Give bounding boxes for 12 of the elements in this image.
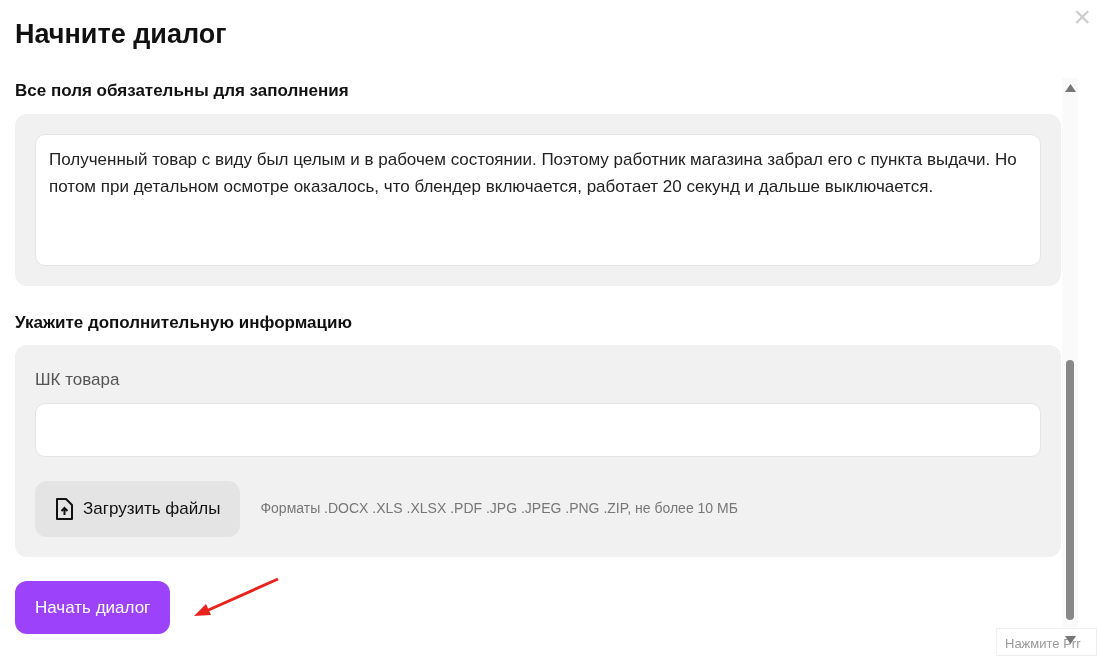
dialog-title: Начните диалог bbox=[15, 18, 228, 51]
description-field[interactable]: Полученный товар с виду был целым и в рабочем состоянии. Поэтому работник магазина забрал его с пункта выдачи. Но потом при детальном осмотре оказалось, что блендер включается, работает 20 секунд и дальше выключается. bbox=[35, 133, 1041, 266]
barcode-field[interactable] bbox=[35, 402, 1041, 457]
section-label: Укажите дополнительную информацию bbox=[15, 311, 353, 334]
scroll-up-icon[interactable] bbox=[1065, 84, 1076, 92]
formats-hint: Форматы .DOCX .XLS .XLSX .PDF .JPG .JPEG .PNG .ZIP, не более 10 МБ bbox=[260, 499, 738, 519]
start-dialog-button[interactable]: Начать диалог bbox=[15, 580, 171, 635]
field-label: ШК товара bbox=[35, 369, 121, 392]
upload-button[interactable]: Загрузить файлы bbox=[35, 480, 241, 537]
scrollbar-thumb[interactable] bbox=[1066, 360, 1074, 620]
file-upload-icon bbox=[55, 497, 73, 520]
section-label: Все поля обязательны для заполнения bbox=[15, 80, 350, 103]
